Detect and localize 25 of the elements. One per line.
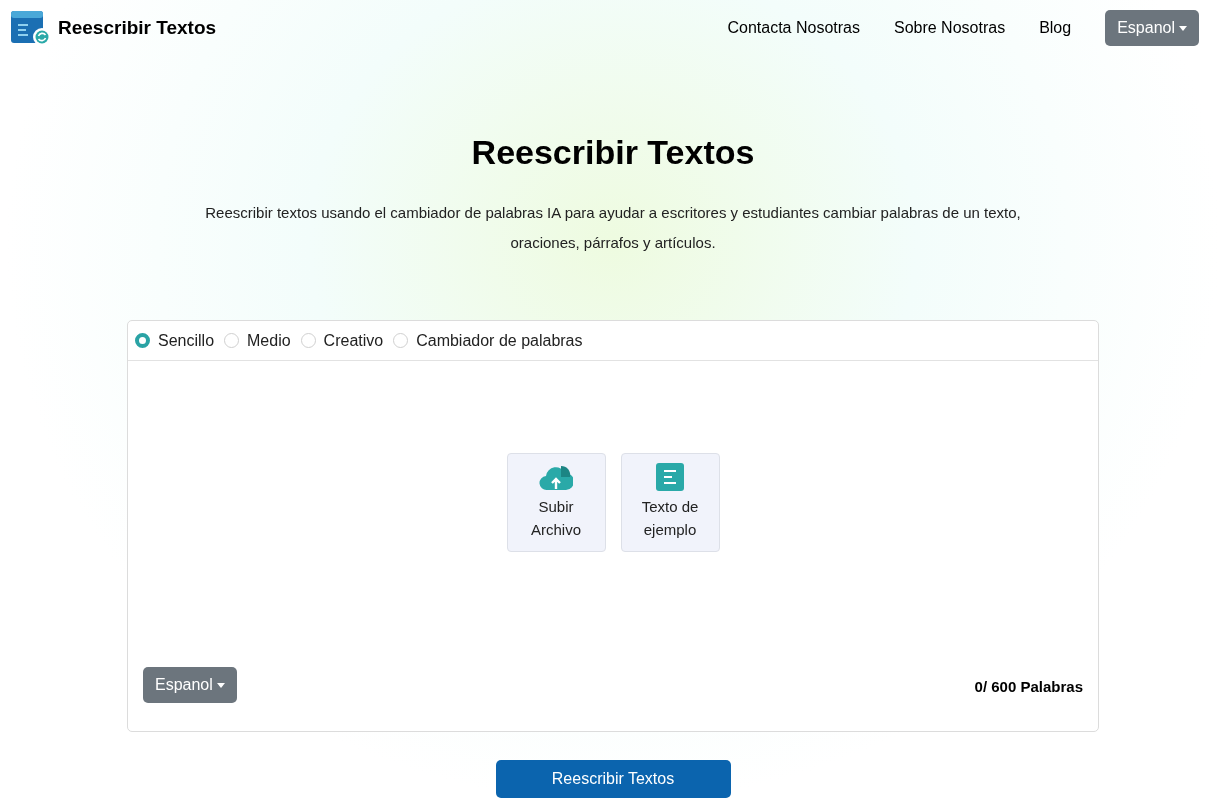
nav-link[interactable]: Blog	[1039, 16, 1072, 40]
page-title: Reescribir Textos	[471, 132, 755, 173]
page-description: Reescribir textos usando el cambiador de palabras IA para ayudar a escritores y estudiantes cambiar palabras de un texto, oraciones, párrafos y artículos.	[204, 203, 1022, 253]
nav-link[interactable]: Sobre Nosotras	[893, 16, 1006, 40]
logo-icon	[10, 9, 52, 47]
radio-label[interactable]: Cambiador de palabras	[416, 328, 583, 353]
sample-text-button[interactable]: Texto de ejemplo	[620, 452, 720, 552]
language-dropdown[interactable]: Espanol	[143, 667, 237, 703]
caret-icon	[1179, 25, 1187, 31]
radio-label[interactable]: Medio	[247, 328, 291, 353]
radio-button[interactable]	[300, 333, 316, 348]
radio-button[interactable]	[393, 333, 409, 348]
nav-link[interactable]: Contacta Nosotras	[727, 16, 860, 40]
radio-label[interactable]: Sencillo	[158, 328, 215, 353]
cloud-upload-icon	[539, 463, 573, 491]
brand-name[interactable]: Reescribir Textos	[58, 13, 217, 43]
caret-icon	[216, 682, 225, 688]
word-count: 0/ 600 Palabras	[974, 677, 1083, 697]
document-icon	[656, 463, 684, 491]
radio-button[interactable]	[224, 333, 240, 348]
radio-label[interactable]: Creativo	[323, 328, 384, 353]
rewrite-button[interactable]: Reescribir Textos	[495, 760, 731, 798]
radio-button[interactable]	[135, 333, 150, 348]
upload-file-button[interactable]: Subir Archivo	[506, 452, 606, 552]
language-dropdown[interactable]: Espanol	[1105, 10, 1199, 46]
